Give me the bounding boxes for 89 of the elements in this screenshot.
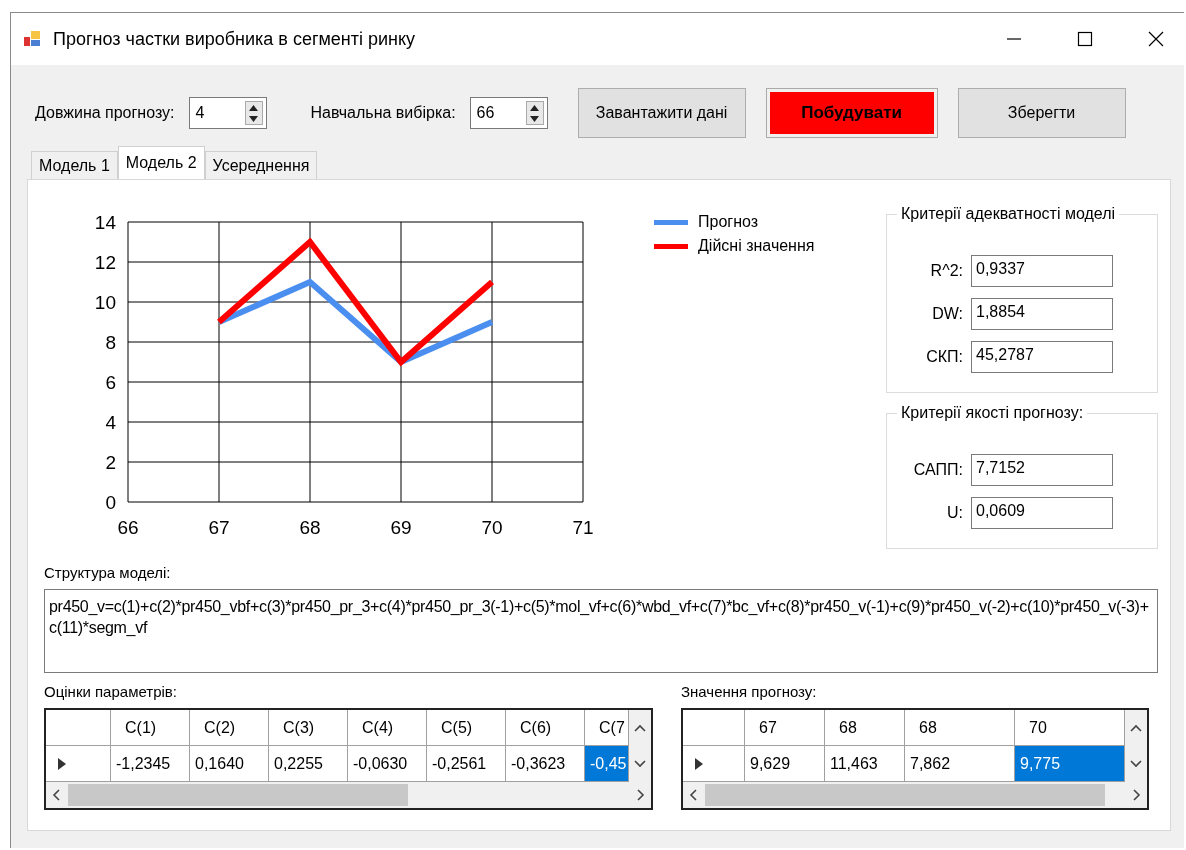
scroll-right-icon[interactable]	[1133, 789, 1141, 801]
table-cell[interactable]: 11,463	[825, 746, 905, 782]
row-pointer-icon	[58, 757, 66, 770]
column-header[interactable]: 68	[825, 710, 905, 746]
y-tick-label: 8	[105, 332, 116, 353]
column-header[interactable]: 70	[1015, 710, 1125, 746]
column-header[interactable]: C(2)	[190, 710, 269, 746]
tab[interactable]: Модель 1	[31, 151, 118, 179]
scroll-left-icon[interactable]	[52, 789, 60, 801]
up-arrow-icon	[249, 104, 258, 111]
corner-header-cell[interactable]	[683, 710, 745, 746]
row-pointer-icon	[695, 757, 703, 770]
y-tick-label: 0	[105, 492, 116, 513]
corner-header-cell[interactable]	[46, 710, 111, 746]
number-field[interactable]: 4	[188, 97, 267, 129]
field-label: R^2:	[929, 261, 964, 280]
close-icon[interactable]	[1148, 31, 1164, 47]
column-header[interactable]: 68	[905, 710, 1015, 746]
column-header[interactable]: C(4)	[348, 710, 427, 746]
y-tick-label: 14	[94, 212, 116, 233]
table-cell[interactable]: -0,2561	[427, 746, 506, 782]
value-field[interactable]: 1,8854	[971, 297, 1113, 330]
table-cell[interactable]: 0,1640	[190, 746, 269, 782]
text-area[interactable]: pr450_v=c(1)+c(2)*pr450_vbf+c(3)*pr450_pr_3+c(4)*pr450_pr_3(-1)+c(5)*mol_vf+c(6)*wbd_vf+c(7)*bc_vf+c(8)*pr450_v(-1)+c(9)*pr450_v(-2)+c(10)*pr450_v(-3)+c(11)*segm_vf	[44, 589, 1158, 673]
x-tick-label: 71	[572, 517, 594, 538]
x-tick-label: 67	[208, 517, 230, 538]
column-header[interactable]: C(7	[585, 710, 629, 746]
field-label: Довжина прогнозу:	[35, 104, 175, 122]
action-button[interactable]: Зберегти	[957, 88, 1126, 138]
section-label: Структура моделі:	[44, 564, 172, 581]
scrollbar-thumb[interactable]	[68, 784, 408, 806]
value-field[interactable]: 0,9337	[971, 254, 1113, 287]
table-cell[interactable]: 0,2255	[269, 746, 348, 782]
y-tick-label: 2	[105, 452, 116, 473]
x-tick-label: 70	[481, 517, 503, 538]
scroll-up-icon[interactable]	[1130, 724, 1142, 732]
column-header[interactable]: C(5)	[427, 710, 506, 746]
field-label: DW:	[931, 304, 964, 323]
action-button[interactable]: Завантажити дані	[577, 88, 746, 138]
table-cell[interactable]: -0,3623	[506, 746, 585, 782]
column-header[interactable]: C(3)	[269, 710, 348, 746]
scroll-right-icon[interactable]	[637, 789, 645, 801]
column-header[interactable]: C(6)	[506, 710, 585, 746]
section-label: Оцінки параметрів:	[44, 683, 178, 700]
table-cell[interactable]: -1,2345	[111, 746, 190, 782]
spin-buttons[interactable]	[525, 101, 544, 125]
legend-label: Прогноз	[698, 213, 759, 231]
field-label: U:	[946, 503, 964, 522]
scroll-down-icon[interactable]	[634, 760, 646, 768]
column-header[interactable]: C(1)	[111, 710, 190, 746]
y-tick-label: 10	[94, 292, 116, 313]
legend-label: Дійсні значення	[698, 237, 815, 255]
field-label: САПП:	[912, 460, 964, 479]
maximize-icon[interactable]	[1077, 31, 1093, 47]
y-tick-label: 6	[105, 372, 116, 393]
column-header[interactable]: 67	[745, 710, 825, 746]
table-cell[interactable]: -0,45	[585, 746, 629, 782]
y-tick-label: 12	[94, 252, 116, 273]
tab[interactable]: Усереднення	[204, 151, 318, 179]
down-arrow-icon	[530, 115, 540, 122]
value-field[interactable]: 0,0609	[971, 496, 1113, 529]
table-cell[interactable]: -0,0630	[348, 746, 427, 782]
scroll-up-icon[interactable]	[634, 724, 646, 732]
value-field[interactable]: 45,2787	[971, 340, 1113, 373]
window-title: Прогноз частки виробника в сегменті ринку	[53, 28, 416, 50]
value-field[interactable]: 7,7152	[971, 453, 1113, 486]
legend-swatch	[654, 243, 688, 249]
table-cell[interactable]: 9,629	[745, 746, 825, 782]
scroll-left-icon[interactable]	[689, 789, 697, 801]
section-label: Значення прогнозу:	[681, 683, 818, 700]
x-tick-label: 69	[390, 517, 412, 538]
field-label: Навчальна вибірка:	[310, 104, 456, 122]
y-tick-label: 4	[105, 412, 116, 433]
table-cell[interactable]: 7,862	[905, 746, 1015, 782]
spin-buttons[interactable]	[244, 101, 263, 125]
table-cell[interactable]: 9,775	[1015, 746, 1125, 782]
number-field[interactable]: 66	[469, 97, 548, 129]
down-arrow-icon	[249, 115, 258, 122]
scroll-down-icon[interactable]	[1130, 760, 1142, 768]
x-tick-label: 66	[117, 517, 139, 538]
group-title: Критерії адекватності моделі	[897, 205, 1120, 223]
up-arrow-icon	[530, 104, 540, 111]
x-tick-label: 68	[299, 517, 321, 538]
field-label: СКП:	[925, 347, 964, 366]
legend-swatch	[654, 219, 688, 225]
group-title: Критерії якості прогнозу:	[897, 404, 1088, 422]
app-icon	[23, 30, 41, 48]
scrollbar-thumb[interactable]	[705, 784, 1105, 806]
tab[interactable]: Модель 2	[117, 146, 205, 179]
